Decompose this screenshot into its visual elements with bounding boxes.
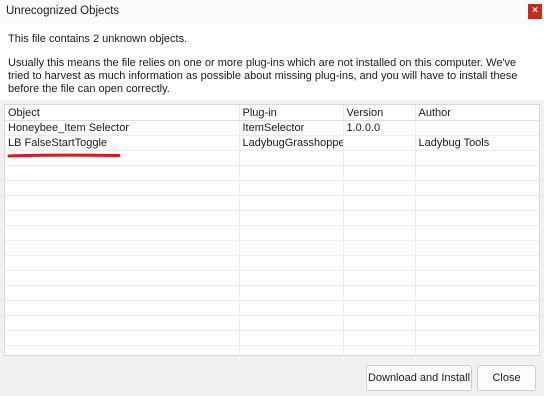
cell-object: LB FalseStartToggle (5, 135, 240, 151)
empty-cell (239, 255, 344, 271)
empty-table-row (5, 285, 539, 301)
empty-cell (239, 270, 344, 286)
cell-plugin: ItemSelector (239, 120, 344, 136)
cell-plugin: LadybugGrasshopper (239, 135, 344, 151)
column-header-object[interactable]: Object (5, 105, 240, 121)
empty-cell (415, 240, 539, 256)
empty-cell (239, 210, 344, 226)
download-and-install-button[interactable]: Download and Install (366, 365, 472, 391)
empty-cell (239, 240, 344, 256)
close-button[interactable]: Close (477, 365, 536, 391)
table-header-row: Object Plug-in Version Author (5, 105, 539, 121)
empty-cell (343, 330, 416, 346)
empty-cell (343, 285, 416, 301)
empty-cell (343, 150, 416, 166)
empty-table-row (5, 240, 539, 256)
window-title: Unrecognized Objects (6, 5, 120, 17)
empty-cell (239, 285, 344, 301)
empty-cell (415, 255, 539, 271)
column-header-author[interactable]: Author (415, 105, 539, 121)
empty-cell (5, 225, 240, 241)
empty-cell (5, 345, 240, 355)
empty-cell (415, 285, 539, 301)
table-row[interactable]: LB FalseStartToggle LadybugGrasshopper L… (5, 135, 539, 151)
empty-cell (415, 165, 539, 181)
empty-cell (343, 270, 416, 286)
empty-cell (343, 210, 416, 226)
cell-version: 1.0.0.0 (343, 120, 416, 136)
empty-cell (343, 255, 416, 271)
empty-cell (239, 180, 344, 196)
empty-table-row (5, 270, 539, 286)
empty-cell (5, 240, 240, 256)
empty-cell (415, 195, 539, 211)
empty-cell (5, 195, 240, 211)
empty-cell (343, 180, 416, 196)
empty-cell (239, 345, 344, 355)
empty-table-row (5, 195, 539, 211)
empty-cell (5, 330, 240, 346)
cell-object: Honeybee_Item Selector (5, 120, 240, 136)
message-area: This file contains 2 unknown objects. Us… (0, 24, 544, 100)
column-header-version[interactable]: Version (343, 105, 416, 121)
empty-cell (415, 315, 539, 331)
empty-cell (5, 285, 240, 301)
empty-cell (415, 210, 539, 226)
empty-cell (343, 240, 416, 256)
explanation-text: Usually this means the file relies on on… (8, 57, 518, 95)
empty-table-row (5, 180, 539, 196)
empty-table-row (5, 345, 539, 355)
empty-table-row (5, 225, 539, 241)
cell-version (343, 135, 416, 151)
empty-cell (415, 225, 539, 241)
empty-cell (5, 270, 240, 286)
empty-cell (343, 315, 416, 331)
cell-author: Ladybug Tools (415, 135, 539, 151)
empty-cell (415, 270, 539, 286)
empty-cell (5, 180, 240, 196)
empty-cell (239, 165, 344, 181)
empty-cell (239, 150, 344, 166)
empty-cell (415, 330, 539, 346)
empty-table-row (5, 165, 539, 181)
empty-table-row (5, 150, 539, 166)
empty-cell (239, 195, 344, 211)
empty-cell (415, 300, 539, 316)
empty-table-row (5, 210, 539, 226)
empty-table-row (5, 255, 539, 271)
empty-table-row (5, 300, 539, 316)
empty-cell (239, 300, 344, 316)
cell-author (415, 120, 539, 136)
empty-cell (343, 195, 416, 211)
empty-cell (415, 345, 539, 355)
empty-cell (415, 150, 539, 166)
close-icon[interactable]: × (528, 4, 542, 19)
empty-cell (239, 225, 344, 241)
empty-cell (415, 180, 539, 196)
column-header-plugin[interactable]: Plug-in (239, 105, 344, 121)
empty-cell (5, 210, 240, 226)
empty-cell (5, 150, 240, 166)
empty-cell (343, 165, 416, 181)
title-bar: Unrecognized Objects × (0, 0, 544, 24)
summary-text: This file contains 2 unknown objects. (8, 33, 188, 45)
empty-cell (239, 330, 344, 346)
empty-cell (5, 255, 240, 271)
empty-cell (343, 300, 416, 316)
empty-table-row (5, 315, 539, 331)
empty-cell (5, 300, 240, 316)
objects-table[interactable]: Object Plug-in Version Author Honeybee_I… (4, 104, 540, 356)
empty-cell (343, 225, 416, 241)
table-row[interactable]: Honeybee_Item Selector ItemSelector 1.0.… (5, 120, 539, 136)
empty-cell (5, 165, 240, 181)
empty-cell (343, 345, 416, 355)
empty-cell (5, 315, 240, 331)
empty-cell (239, 315, 344, 331)
empty-table-row (5, 330, 539, 346)
